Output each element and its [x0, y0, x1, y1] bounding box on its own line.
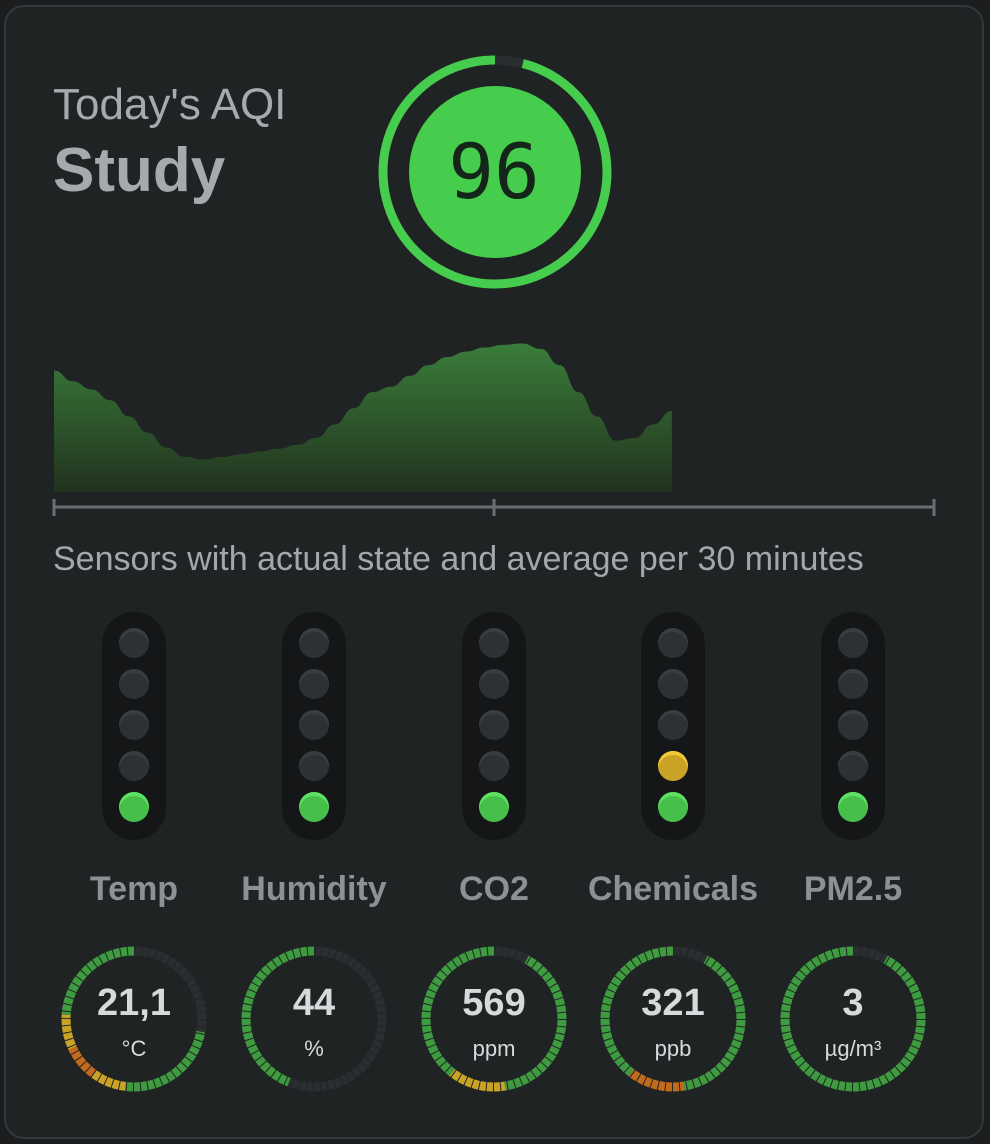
- sensor-value-temp: 21,1: [97, 982, 171, 1024]
- level-dot: [299, 669, 329, 699]
- level-dot: [299, 628, 329, 658]
- room-title: Study: [53, 136, 226, 205]
- level-dot: [658, 792, 688, 822]
- level-bar-co2: [462, 612, 526, 840]
- level-dot: [838, 710, 868, 740]
- sensor-unit-temp: °C: [121, 1036, 147, 1061]
- level-dot: [838, 751, 868, 781]
- level-dot: [119, 710, 149, 740]
- sensor-unit-chemicals: ppb: [654, 1036, 692, 1061]
- level-dot: [838, 669, 868, 699]
- level-dot: [658, 669, 688, 699]
- card-subtitle: Today's AQI: [53, 80, 287, 129]
- aqi-history-chart[interactable]: [40, 320, 950, 520]
- sensor-gauge-temp[interactable]: 21,1 °C: [59, 944, 209, 1094]
- level-dot: [299, 751, 329, 781]
- level-dot: [299, 792, 329, 822]
- level-bar-pm25: [821, 612, 885, 840]
- level-dot: [119, 669, 149, 699]
- sensor-unit-humidity: %: [304, 1036, 324, 1061]
- level-bar-temp: [102, 612, 166, 840]
- sensor-gauge-pm25[interactable]: 3 µg/m³: [778, 944, 928, 1094]
- level-dot: [299, 710, 329, 740]
- sensor-label-co2: CO2: [459, 870, 529, 908]
- sensor-gauge-humidity[interactable]: 44%: [239, 944, 389, 1094]
- sensor-value-pm25: 3: [842, 982, 864, 1024]
- level-bar-chemicals: [641, 612, 705, 840]
- sensors-caption: Sensors with actual state and average pe…: [53, 540, 864, 578]
- sensor-gauge-co2[interactable]: 569 ppm: [419, 944, 569, 1094]
- level-dot: [658, 710, 688, 740]
- level-dot: [119, 751, 149, 781]
- level-dot: [838, 792, 868, 822]
- sensor-label-chemicals: Chemicals: [587, 870, 759, 908]
- level-dot: [479, 669, 509, 699]
- level-dot: [479, 710, 509, 740]
- level-dot: [838, 628, 868, 658]
- level-dot: [479, 751, 509, 781]
- level-dot: [119, 792, 149, 822]
- sensor-value-humidity: 44: [292, 982, 336, 1024]
- sensor-label-pm25: PM2.5: [803, 870, 903, 908]
- sensor-value-co2: 569: [462, 982, 526, 1024]
- aqi-history-area: [54, 343, 672, 492]
- level-dot: [658, 628, 688, 658]
- sensor-label-humidity: Humidity: [241, 870, 387, 908]
- sensor-gauge-chemicals[interactable]: 321 ppb: [598, 944, 748, 1094]
- level-dot: [119, 628, 149, 658]
- level-dot: [658, 751, 688, 781]
- sensor-label-temp: Temp: [89, 870, 179, 908]
- level-bar-humidity: [282, 612, 346, 840]
- sensor-unit-pm25: µg/m³: [824, 1036, 882, 1061]
- aqi-value: 96: [448, 126, 540, 216]
- sensor-unit-co2: ppm: [472, 1036, 516, 1061]
- level-dot: [479, 628, 509, 658]
- sensor-value-chemicals: 321: [641, 982, 705, 1024]
- level-dot: [479, 792, 509, 822]
